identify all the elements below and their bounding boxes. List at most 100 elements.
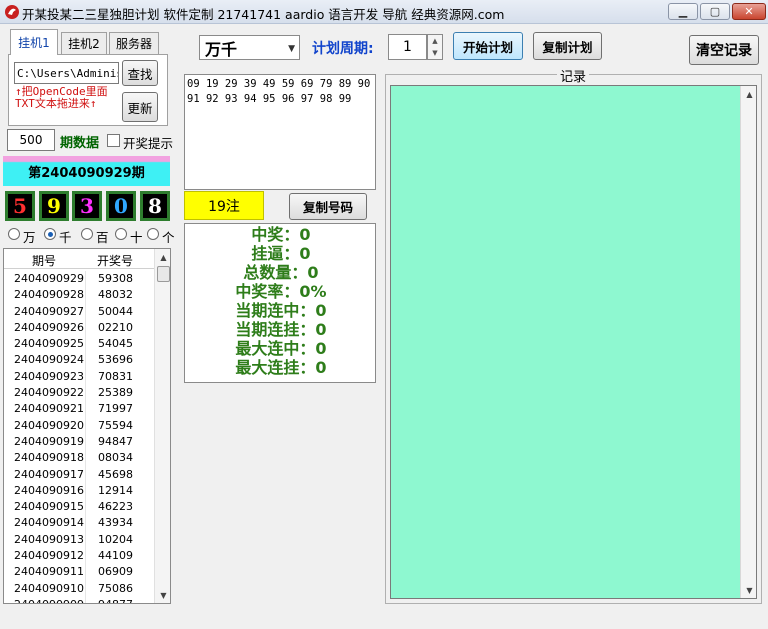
- column-header-issue[interactable]: 期号: [32, 252, 56, 269]
- history-row[interactable]: 2404090928 48032: [4, 287, 154, 304]
- history-issue-cell: 2404090910: [4, 580, 86, 597]
- history-number-cell: 12914: [98, 483, 133, 497]
- update-button[interactable]: 更新: [122, 92, 158, 122]
- period-count-label: 期数据: [60, 136, 100, 151]
- record-textarea[interactable]: [390, 85, 757, 599]
- scroll-down-icon[interactable]: ▼: [155, 587, 170, 603]
- history-row[interactable]: 2404090925 54045: [4, 336, 154, 353]
- history-row[interactable]: 2404090922 25389: [4, 385, 154, 402]
- history-row[interactable]: 2404090912 44109: [4, 548, 154, 565]
- draw-alert-label[interactable]: 开奖提示: [123, 133, 173, 152]
- radio-shi-label[interactable]: 十: [130, 227, 143, 246]
- history-issue-cell: 2404090921: [4, 401, 86, 418]
- clear-records-button[interactable]: 清空记录: [689, 35, 759, 65]
- history-row[interactable]: 2404090924 53696: [4, 352, 154, 369]
- stat-total: 总数量：0: [243, 263, 319, 282]
- radio-ge[interactable]: [147, 228, 159, 240]
- history-row[interactable]: 240409090994877: [4, 596, 154, 603]
- history-row[interactable]: 2404090920 75594: [4, 417, 154, 434]
- history-row[interactable]: 2404090919 94847: [4, 433, 154, 451]
- history-rows: 2404090929 59308 2404090928 48032 2404090927…: [4, 271, 154, 603]
- history-number-cell: 48032: [98, 288, 133, 302]
- history-row[interactable]: 2404090915 46223: [4, 499, 154, 516]
- history-number-cell: 70831: [98, 369, 133, 383]
- drag-hint: ↑把OpenCode里面 TXT文本拖进来↑: [15, 86, 121, 110]
- history-number-cell: 46223: [98, 500, 133, 514]
- radio-qian[interactable]: [44, 228, 56, 240]
- scroll-up-icon[interactable]: ▲: [741, 86, 758, 102]
- tab-server[interactable]: 服务器: [109, 32, 159, 54]
- history-number-cell: 94847: [98, 434, 133, 448]
- draw-digit: 9: [39, 191, 69, 221]
- history-row[interactable]: 2404090926 02210: [4, 319, 154, 337]
- history-row[interactable]: 2404090927 50044: [4, 303, 154, 320]
- history-row[interactable]: 2404090917 45698: [4, 466, 154, 483]
- plan-cycle-input[interactable]: 1: [388, 34, 427, 60]
- position-mode-value: 万千: [205, 39, 238, 59]
- history-number-cell: 02210: [98, 320, 133, 334]
- bet-count-display: 19注: [184, 191, 264, 220]
- radio-wan-label[interactable]: 万: [23, 227, 36, 246]
- radio-ge-label[interactable]: 个: [162, 227, 175, 246]
- radio-shi[interactable]: [115, 228, 127, 240]
- stat-losses: 挂逼：0: [251, 244, 311, 263]
- column-header-number[interactable]: 开奖号: [97, 252, 133, 269]
- tab-hangup-2[interactable]: 挂机2: [61, 32, 107, 54]
- history-number-cell: 50044: [98, 304, 133, 318]
- plan-cycle-spinner[interactable]: ▲ ▼: [427, 34, 443, 60]
- history-number-cell: 06909: [98, 565, 133, 579]
- history-row[interactable]: 2404090913 10204: [4, 531, 154, 549]
- history-issue-cell: 2404090924: [4, 352, 86, 369]
- maximize-button[interactable]: ▢: [700, 3, 730, 20]
- draw-digit: 8: [140, 191, 170, 221]
- history-row[interactable]: 2404090911 06909: [4, 564, 154, 581]
- history-issue-cell: 2404090923: [4, 368, 86, 386]
- record-title: 记录: [557, 66, 590, 85]
- close-button[interactable]: ✕: [732, 3, 766, 20]
- tab-hangup-1[interactable]: 挂机1: [10, 29, 58, 55]
- history-issue-cell: 2404090929: [4, 271, 86, 288]
- stat-current-win-streak: 当期连中：0: [235, 301, 327, 320]
- history-row[interactable]: 2404090910 75086: [4, 580, 154, 597]
- scroll-up-icon[interactable]: ▲: [155, 249, 170, 265]
- draw-history-list[interactable]: 期号 开奖号 2404090929 59308 2404090928 48032 240…: [3, 248, 171, 604]
- history-row[interactable]: 2404090921 71997: [4, 401, 154, 418]
- position-mode-select[interactable]: 万千 ▼: [199, 35, 300, 60]
- history-issue-cell: 2404090915: [4, 499, 86, 516]
- history-row[interactable]: 2404090929 59308: [4, 271, 154, 288]
- record-scrollbar[interactable]: ▲ ▼: [740, 86, 756, 598]
- period-count-input[interactable]: 500: [7, 129, 55, 151]
- plan-numbers-textbox[interactable]: 09 19 29 39 49 59 69 79 89 90 91 92 93 9…: [184, 74, 376, 190]
- history-issue-cell: 2404090916: [4, 482, 86, 500]
- radio-bai[interactable]: [81, 228, 93, 240]
- spin-up-icon[interactable]: ▲: [428, 35, 442, 47]
- history-number-cell: 25389: [98, 386, 133, 400]
- history-issue-cell: 2404090919: [4, 433, 86, 451]
- minimize-button[interactable]: ▁: [668, 3, 698, 20]
- app-logo-icon: [5, 5, 19, 19]
- radio-bai-label[interactable]: 百: [96, 227, 109, 246]
- drag-hint-line-2: TXT文本拖进来↑: [15, 97, 97, 110]
- history-issue-cell: 2404090928: [4, 287, 86, 304]
- spin-down-icon[interactable]: ▼: [428, 47, 442, 59]
- copy-plan-button[interactable]: 复制计划: [533, 32, 602, 60]
- history-row[interactable]: 2404090923 70831: [4, 368, 154, 386]
- draw-alert-checkbox[interactable]: [107, 134, 120, 147]
- scroll-down-icon[interactable]: ▼: [741, 582, 758, 598]
- search-button[interactable]: 查找: [122, 60, 158, 86]
- history-row[interactable]: 2404090918 08034: [4, 450, 154, 467]
- stat-max-win-streak: 最大连中：0: [235, 339, 327, 358]
- history-number-cell: 75594: [98, 418, 133, 432]
- radio-wan[interactable]: [8, 228, 20, 240]
- draw-digit: 5: [5, 191, 35, 221]
- draw-digit: 3: [72, 191, 102, 221]
- history-row[interactable]: 2404090916 12914: [4, 482, 154, 500]
- start-plan-button[interactable]: 开始计划: [453, 32, 523, 60]
- radio-qian-label[interactable]: 千: [59, 227, 72, 246]
- history-number-cell: 44109: [98, 549, 133, 563]
- history-row[interactable]: 2404090914 43934: [4, 515, 154, 532]
- scroll-thumb[interactable]: [157, 266, 170, 282]
- file-path-input[interactable]: C:\Users\Administ: [14, 62, 119, 84]
- history-scrollbar[interactable]: ▲ ▼: [154, 249, 170, 603]
- copy-numbers-button[interactable]: 复制号码: [289, 193, 367, 220]
